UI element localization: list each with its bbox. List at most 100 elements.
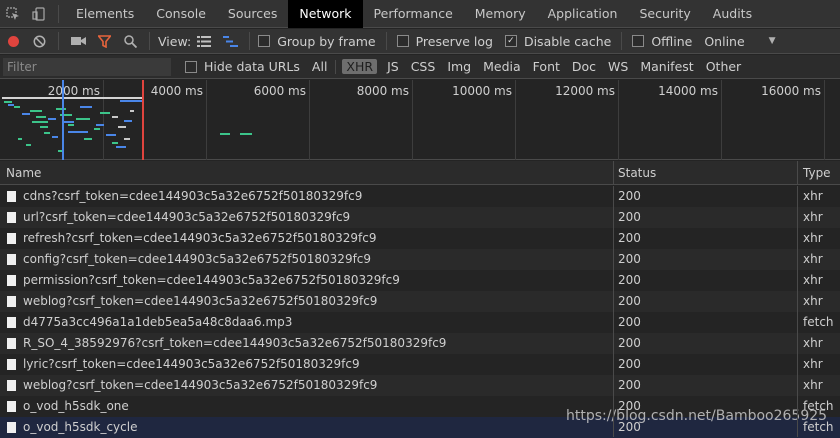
checkbox-box [632, 35, 645, 47]
request-name: d4775a3cc496a1a1deb5ea5a48c8daa6.mp3 [23, 315, 293, 329]
table-row[interactable]: config?csrf_token=cdee144903c5a32e6752f5… [0, 249, 840, 270]
column-header-type[interactable]: Type [803, 161, 831, 185]
request-type: xhr [803, 357, 823, 371]
file-icon [7, 296, 16, 307]
file-icon [7, 359, 16, 370]
tab-sources[interactable]: Sources [217, 0, 288, 28]
tab-application[interactable]: Application [537, 0, 629, 28]
tab-console[interactable]: Console [145, 0, 217, 28]
checkmark-icon: ✓ [504, 35, 517, 47]
file-icon [7, 233, 16, 244]
list-icon [197, 35, 212, 47]
request-type: xhr [803, 189, 823, 203]
file-icon [7, 212, 16, 223]
column-divider[interactable] [613, 161, 614, 184]
request-name: R_SO_4_38592976?csrf_token=cdee144903c5a… [23, 336, 447, 350]
inspect-element-icon[interactable] [5, 6, 21, 22]
filter-type-ws[interactable]: WS [606, 59, 630, 74]
table-row[interactable]: R_SO_4_38592976?csrf_token=cdee144903c5a… [0, 333, 840, 354]
request-name: weblog?csrf_token=cdee144903c5a32e6752f5… [23, 294, 378, 308]
filter-type-manifest[interactable]: Manifest [638, 59, 695, 74]
request-status: 200 [618, 336, 641, 350]
dropdown-arrow-icon: ▼ [768, 36, 776, 46]
table-row[interactable]: refresh?csrf_token=cdee144903c5a32e6752f… [0, 228, 840, 249]
file-icon [7, 338, 16, 349]
filter-type-all[interactable]: All [310, 59, 330, 74]
toolbar-divider [385, 32, 387, 50]
request-name: o_vod_h5sdk_one [23, 399, 129, 413]
request-status: 200 [618, 252, 641, 266]
filter-type-doc[interactable]: Doc [570, 59, 598, 74]
filter-funnel-icon [97, 34, 111, 48]
tab-performance[interactable]: Performance [363, 0, 464, 28]
filter-input[interactable] [3, 57, 171, 76]
request-status: 200 [618, 357, 641, 371]
overview-toggle-button[interactable] [222, 33, 238, 49]
filter-type-css[interactable]: CSS [409, 59, 438, 74]
request-name: lyric?csrf_token=cdee144903c5a32e6752f50… [23, 357, 360, 371]
waterfall-icon [222, 35, 238, 47]
table-row[interactable]: d4775a3cc496a1a1deb5ea5a48c8daa6.mp3 200 f… [0, 312, 840, 333]
request-status: 200 [618, 210, 641, 224]
table-row[interactable]: cdns?csrf_token=cdee144903c5a32e6752f501… [0, 186, 840, 207]
filter-bar: Hide data URLs All XHR JS CSS Img Media … [0, 55, 840, 79]
file-icon [7, 401, 16, 412]
filter-type-js[interactable]: JS [385, 59, 401, 74]
toolbar-divider [58, 4, 59, 23]
clear-button[interactable] [31, 33, 47, 49]
requests-table-header: Name Status Type [0, 161, 840, 185]
request-name: config?csrf_token=cdee144903c5a32e6752f5… [23, 252, 372, 266]
devtools-tab-bar: Elements Console Sources Network Perform… [0, 0, 840, 28]
filter-type-media[interactable]: Media [481, 59, 523, 74]
file-icon [7, 191, 16, 202]
record-button[interactable] [5, 33, 21, 49]
request-name: url?csrf_token=cdee144903c5a32e6752f5018… [23, 210, 351, 224]
filter-toggle-button[interactable] [96, 33, 112, 49]
file-icon [7, 275, 16, 286]
file-icon [7, 254, 16, 265]
request-type: xhr [803, 252, 823, 266]
request-status: 200 [618, 189, 641, 203]
filter-type-xhr[interactable]: XHR [342, 59, 378, 74]
file-icon [7, 317, 16, 328]
search-button[interactable] [122, 33, 138, 49]
hide-data-urls-checkbox[interactable]: Hide data URLs [185, 59, 300, 74]
tab-elements[interactable]: Elements [65, 0, 145, 28]
filter-type-other[interactable]: Other [704, 59, 744, 74]
throttling-select[interactable]: Online ▼ [704, 34, 775, 49]
preserve-log-checkbox[interactable]: Preserve log [396, 34, 493, 49]
column-divider[interactable] [797, 161, 798, 184]
tab-security[interactable]: Security [628, 0, 701, 28]
tab-audits[interactable]: Audits [702, 0, 763, 28]
waterfall-overview-graph [2, 80, 252, 160]
column-header-status[interactable]: Status [618, 161, 656, 185]
group-by-frame-checkbox[interactable]: Group by frame [258, 34, 376, 49]
table-row[interactable]: weblog?csrf_token=cdee144903c5a32e6752f5… [0, 375, 840, 396]
tab-memory[interactable]: Memory [464, 0, 537, 28]
table-row[interactable]: weblog?csrf_token=cdee144903c5a32e6752f5… [0, 291, 840, 312]
table-row[interactable]: url?csrf_token=cdee144903c5a32e6752f5018… [0, 207, 840, 228]
column-header-name[interactable]: Name [6, 161, 41, 185]
checkbox-box [396, 35, 409, 47]
table-row[interactable]: lyric?csrf_token=cdee144903c5a32e6752f50… [0, 354, 840, 375]
network-overview-timeline[interactable]: 2000 ms 4000 ms 6000 ms 8000 ms 10000 ms… [0, 80, 840, 160]
request-type: xhr [803, 294, 823, 308]
large-rows-button[interactable] [196, 33, 212, 49]
file-icon [7, 380, 16, 391]
table-row[interactable]: permission?csrf_token=cdee144903c5a32e67… [0, 270, 840, 291]
disable-cache-checkbox[interactable]: ✓ Disable cache [504, 34, 611, 49]
filter-type-font[interactable]: Font [531, 59, 562, 74]
toolbar-divider [335, 59, 337, 74]
capture-screenshots-button[interactable] [70, 33, 86, 49]
checkbox-box [258, 35, 271, 47]
device-toolbar-icon[interactable] [31, 6, 47, 22]
record-icon [7, 35, 19, 47]
toolbar-divider [149, 32, 150, 50]
request-type: xhr [803, 231, 823, 245]
filter-type-img[interactable]: Img [445, 59, 473, 74]
tab-network[interactable]: Network [288, 0, 363, 28]
request-status: 200 [618, 378, 641, 392]
offline-checkbox[interactable]: Offline [632, 34, 692, 49]
request-name: refresh?csrf_token=cdee144903c5a32e6752f… [23, 231, 377, 245]
video-camera-icon [70, 37, 86, 45]
